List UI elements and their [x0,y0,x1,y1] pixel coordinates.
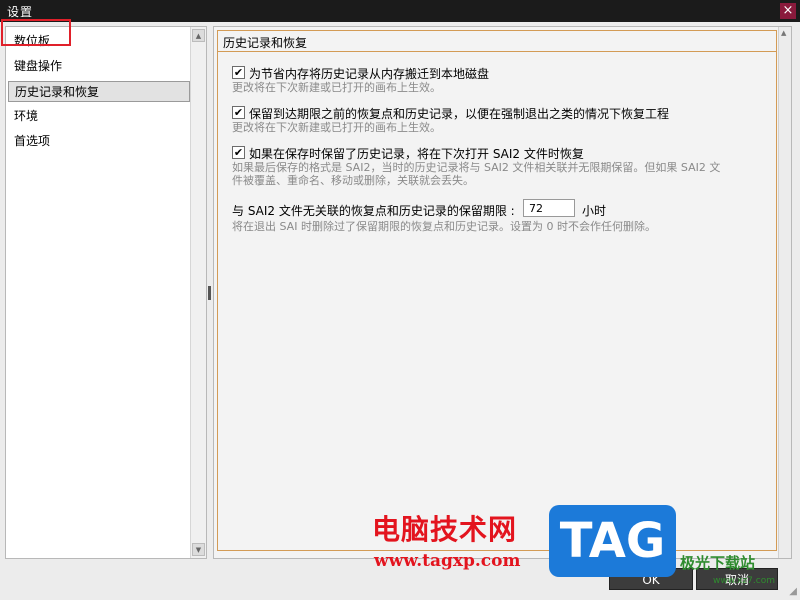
sidebar-item-history[interactable]: 历史记录和恢复 [8,81,190,102]
annotation-highlight [1,19,71,46]
category-list: 数位板 键盘操作 历史记录和恢复 环境 首选项 ▲ ▼ [5,26,207,559]
title-bar: 设置 × [0,0,800,22]
option-description: 件被覆盖、重命名、移动或删除，关联就会丢失。 [232,174,474,187]
sidebar-scrollbar[interactable]: ▲ ▼ [190,27,206,558]
option-label: 保留到达期限之前的恢复点和历史记录，以便在强制退出之类的情况下恢复工程 [249,107,670,121]
watermark-url: www.tagxp.com [374,551,521,571]
option-description: 更改将在下次新建或已打开的画布上生效。 [232,121,441,134]
sidebar-item-environment[interactable]: 环境 [8,106,190,127]
check-icon: ✔ [233,146,244,159]
close-icon[interactable]: × [780,3,796,19]
resize-grip-icon[interactable]: ◢ [789,586,797,597]
sidebar-item-keyboard[interactable]: 键盘操作 [8,56,190,77]
scroll-up-icon[interactable]: ▲ [192,29,205,42]
check-icon: ✔ [233,106,244,119]
keep-recovery-checkbox[interactable]: ✔ [232,106,245,119]
window-title: 设置 [7,5,34,19]
watermark-logo: 极光下载站 [680,554,756,572]
panel-scrollbar[interactable]: ▲ [778,27,791,558]
section-title: 历史记录和恢复 [223,36,308,50]
watermark-logo-sub: www.xz7.com [713,576,775,586]
restore-history-checkbox[interactable]: ✔ [232,146,245,159]
section-divider [218,51,776,52]
option-label: 如果在保存时保留了历史记录，将在下次打开 SAI2 文件时恢复 [249,147,584,161]
retention-unit: 小时 [582,204,607,218]
retention-description: 将在退出 SAI 时删除过了保留期限的恢复点和历史记录。设置为 0 时不会作任何… [232,220,656,233]
option-description: 更改将在下次新建或已打开的画布上生效。 [232,81,441,94]
panel-splitter[interactable] [208,286,211,300]
scroll-up-icon[interactable]: ▲ [781,30,789,37]
check-icon: ✔ [233,66,244,79]
option-row: ✔ 如果在保存时保留了历史记录，将在下次打开 SAI2 文件时恢复 [232,145,584,162]
sidebar-item-preferences[interactable]: 首选项 [8,131,190,152]
option-description: 如果最后保存的格式是 SAI2，当时的历史记录将与 SAI2 文件相关联并无限期… [232,161,721,174]
option-row: ✔ 为节省内存将历史记录从内存搬迁到本地磁盘 [232,65,489,82]
section-frame: 历史记录和恢复 ✔ 为节省内存将历史记录从内存搬迁到本地磁盘 更改将在下次新建或已… [217,30,777,551]
watermark-site-name: 电脑技术网 [372,513,518,546]
scroll-down-icon[interactable]: ▼ [192,543,205,556]
retention-label: 与 SAI2 文件无关联的恢复点和历史记录的保留期限 : [232,204,515,218]
watermark-tag-logo: TAG [549,505,676,577]
history-to-disk-checkbox[interactable]: ✔ [232,66,245,79]
retention-hours-input[interactable]: 72 [523,199,575,217]
option-row: ✔ 保留到达期限之前的恢复点和历史记录，以便在强制退出之类的情况下恢复工程 [232,105,669,122]
settings-panel: 历史记录和恢复 ✔ 为节省内存将历史记录从内存搬迁到本地磁盘 更改将在下次新建或已… [213,26,792,559]
option-label: 为节省内存将历史记录从内存搬迁到本地磁盘 [249,67,490,81]
